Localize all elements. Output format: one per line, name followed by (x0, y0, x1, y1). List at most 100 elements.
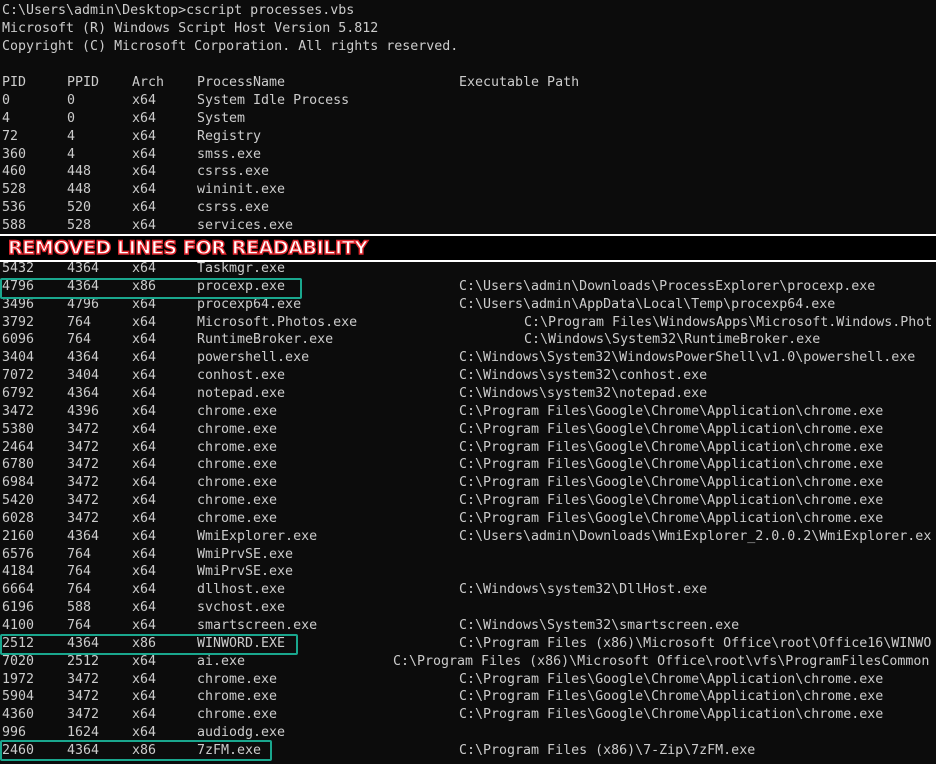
process-name-cell: conhost.exe (197, 368, 286, 384)
process-row: 5380 3472 x64 chrome.exe C:\Program Files\Go… (0, 421, 936, 439)
ppid-cell: 1624 (67, 725, 100, 741)
process-name-cell: chrome.exe (197, 707, 278, 723)
process-name-cell: WmiPrvSE.exe (197, 564, 294, 580)
pid-cell: 6984 (2, 475, 35, 491)
pid-cell: 536 (2, 200, 27, 216)
pid-cell: 3404 (2, 350, 35, 366)
pid-cell: 5380 (2, 421, 35, 437)
process-row: 4184 764 x64 WmiPrvSE.exe (0, 563, 936, 581)
ppid-cell: 448 (67, 182, 92, 198)
pid-cell: 6780 (2, 457, 35, 473)
ppid-cell: 4364 (67, 261, 100, 276)
executable-path-cell: C:\Users\admin\AppData\Local\Temp\procex… (459, 296, 836, 312)
process-name-cell: chrome.exe (197, 421, 278, 437)
executable-path-cell: C:\Program Files (x86)\7-Zip\7zFM.exe (459, 742, 756, 758)
process-name-cell: WINWORD.EXE (197, 635, 286, 651)
pid-cell: 6792 (2, 385, 35, 401)
process-name-cell: powershell.exe (197, 350, 310, 366)
process-name-cell: chrome.exe (197, 689, 278, 705)
executable-path-cell: C:\Windows\system32\DllHost.exe (459, 582, 708, 598)
arch-cell: x64 (132, 493, 157, 509)
process-name-cell: ai.exe (197, 653, 246, 669)
executable-path-cell: C:\Users\admin\Downloads\WmiExplorer_2.0… (459, 528, 932, 544)
ppid-cell: 4364 (67, 742, 100, 758)
ppid-cell: 764 (67, 582, 92, 598)
pid-cell: 460 (2, 164, 27, 180)
executable-path-cell: C:\Program Files\Google\Chrome\Applicati… (459, 403, 884, 419)
process-name-cell: RuntimeBroker.exe (197, 332, 334, 348)
process-row: 2464 3472 x64 chrome.exe C:\Program Files\Go… (0, 439, 936, 457)
arch-cell: x64 (132, 93, 157, 108)
arch-cell: x64 (132, 110, 157, 126)
process-name-cell: 7zFM.exe (197, 742, 262, 758)
arch-cell: x86 (132, 742, 157, 758)
process-name-cell: services.exe (197, 217, 294, 233)
ppid-cell: 448 (67, 164, 92, 180)
ppid-cell: 4796 (67, 296, 100, 312)
process-name-cell: System (197, 110, 246, 126)
process-name-cell: Registry (197, 128, 262, 144)
executable-path-cell: C:\Users\admin\Downloads\ProcessExplorer… (459, 278, 876, 294)
arch-cell: x64 (132, 421, 157, 437)
executable-path-cell: C:\Program Files\WindowsApps\Microsoft.W… (524, 314, 933, 330)
process-row: 7072 3404 x64 conhost.exe C:\Windows\system3… (0, 367, 936, 385)
command-prompt-line: C:\Users\admin\Desktop>cscript processes… (2, 3, 355, 18)
arch-cell: x64 (132, 164, 157, 180)
arch-cell: x64 (132, 582, 157, 598)
ppid-cell: 0 (67, 110, 76, 126)
process-row: 2460 4364 x86 7zFM.exe C:\Program Files (x86… (0, 742, 936, 760)
ppid-cell: 4364 (67, 635, 100, 651)
ppid-cell: 2512 (67, 653, 100, 669)
ppid-cell: 528 (67, 217, 92, 233)
arch-cell: x64 (132, 528, 157, 544)
executable-path-cell: C:\Program Files (x86)\Microsoft Office\… (459, 635, 932, 651)
pid-cell: 5904 (2, 689, 35, 705)
process-row: 996 1624 x64 audiodg.exe (0, 724, 936, 742)
executable-path-cell: C:\Program Files\Google\Chrome\Applicati… (459, 707, 884, 723)
arch-cell: x64 (132, 128, 157, 144)
executable-path-cell: C:\Program Files (x86)\Microsoft Office\… (393, 653, 930, 669)
arch-cell: x64 (132, 689, 157, 705)
ppid-cell: 3472 (67, 689, 100, 705)
process-row: 3472 4396 x64 chrome.exe C:\Program Files\Go… (0, 403, 936, 421)
process-row: 6576 764 x64 WmiPrvSE.exe (0, 546, 936, 564)
process-row: 5432 4364 x64 Taskmgr.exe (0, 260, 936, 278)
ppid-cell: 764 (67, 332, 92, 348)
arch-cell: x64 (132, 217, 157, 233)
ppid-cell: 3472 (67, 475, 100, 491)
process-name-cell: svchost.exe (197, 600, 286, 616)
executable-path-cell: C:\Windows\system32\notepad.exe (459, 385, 708, 401)
process-row: 6196 588 x64 svchost.exe (0, 599, 936, 617)
process-row: 5420 3472 x64 chrome.exe C:\Program Files\Go… (0, 492, 936, 510)
process-row: 360 4 x64 smss.exe (0, 146, 936, 164)
ppid-cell: 4364 (67, 278, 100, 294)
process-row: 4 0 x64 System (0, 110, 936, 128)
pid-cell: 5420 (2, 493, 35, 509)
ppid-cell: 0 (67, 93, 76, 108)
pid-cell: 4360 (2, 707, 35, 723)
pid-cell: 2464 (2, 439, 35, 455)
arch-cell: x64 (132, 200, 157, 216)
process-row: 4796 4364 x86 procexp.exe C:\Users\admin\Dow… (0, 278, 936, 296)
process-row: 3404 4364 x64 powershell.exe C:\Windows\Syst… (0, 349, 936, 367)
process-name-cell: wininit.exe (197, 182, 286, 198)
arch-cell: x64 (132, 510, 157, 526)
arch-cell: x64 (132, 564, 157, 580)
process-name-cell: procexp.exe (197, 278, 286, 294)
process-name-cell: chrome.exe (197, 493, 278, 509)
copyright-line: Copyright (C) Microsoft Corporation. All… (2, 39, 459, 54)
pid-cell: 1972 (2, 671, 35, 687)
process-row: 6096 764 x64 RuntimeBroker.exe C:\Windows\Sy… (0, 331, 936, 349)
process-name-cell: chrome.exe (197, 671, 278, 687)
process-name-cell: audiodg.exe (197, 725, 286, 741)
process-name-cell: smartscreen.exe (197, 618, 318, 633)
executable-path-cell: C:\Program Files\Google\Chrome\Applicati… (459, 671, 884, 687)
ppid-cell: 4364 (67, 350, 100, 366)
console-window[interactable]: C:\Users\admin\Desktop>cscript processes… (0, 0, 936, 764)
ppid-cell: 3472 (67, 439, 100, 455)
pid-cell: 6028 (2, 510, 35, 526)
process-name-cell: chrome.exe (197, 510, 278, 526)
executable-path-cell: C:\Program Files\Google\Chrome\Applicati… (459, 510, 884, 526)
pid-cell: 588 (2, 217, 27, 233)
pid-cell: 3496 (2, 296, 35, 312)
